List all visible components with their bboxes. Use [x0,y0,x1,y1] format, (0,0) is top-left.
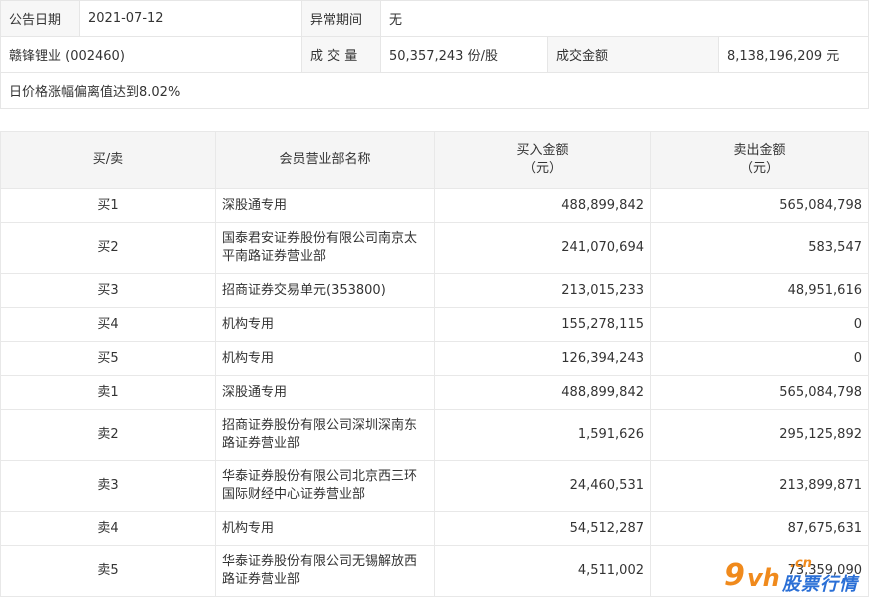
branch-name-cell: 国泰君安证券股份有限公司南京太平南路证券营业部 [215,222,435,274]
info-row-note: 日价格涨幅偏离值达到8.02% [0,72,870,109]
side-cell: 卖1 [0,375,216,410]
branch-name-cell: 招商证券股份有限公司深圳深南东路证券营业部 [215,409,435,461]
side-cell: 买2 [0,222,216,274]
sell-amount-cell: 73,359,090 [650,545,869,597]
sell-amount-cell: 565,084,798 [650,188,869,223]
info-row-trade: 赣锋锂业 (002460) 成 交 量 50,357,243 份/股 成交金额 … [0,36,870,73]
branch-name-cell: 机构专用 [215,307,435,342]
sell-amount-cell: 48,951,616 [650,273,869,308]
header-sell-line2: （元） [739,161,779,176]
header-sell-amount: 卖出金额 （元） [650,131,869,189]
buy-amount-cell: 488,899,842 [434,188,651,223]
side-cell: 卖4 [0,511,216,546]
buy-amount-cell: 241,070,694 [434,222,651,274]
header-buy-line1: 买入金额 [516,143,569,158]
header-side: 买/卖 [0,131,216,189]
branch-name-cell: 华泰证券股份有限公司北京西三环国际财经中心证券营业部 [215,460,435,512]
table-row: 卖1 深股通专用 488,899,842 565,084,798 [0,375,869,410]
stock-name: 赣锋锂业 (002460) [0,36,302,73]
buy-amount-cell: 488,899,842 [434,375,651,410]
sell-amount-cell: 583,547 [650,222,869,274]
branch-name-cell: 招商证券交易单元(353800) [215,273,435,308]
announce-date-value: 2021-07-12 [79,0,302,37]
sell-amount-cell: 0 [650,341,869,376]
buy-amount-cell: 4,511,002 [434,545,651,597]
branch-name-cell: 华泰证券股份有限公司无锡解放西路证券营业部 [215,545,435,597]
table-row: 买4 机构专用 155,278,115 0 [0,307,869,342]
table-row: 卖4 机构专用 54,512,287 87,675,631 [0,511,869,546]
table-header-row: 买/卖 会员营业部名称 买入金额 （元） 卖出金额 （元） [0,131,869,189]
announce-date-label: 公告日期 [0,0,80,37]
buy-amount-cell: 155,278,115 [434,307,651,342]
buy-amount-cell: 126,394,243 [434,341,651,376]
header-buy-line2: （元） [522,161,562,176]
abnormal-period-value: 无 [379,0,870,37]
buy-amount-cell: 213,015,233 [434,273,651,308]
side-cell: 买5 [0,341,216,376]
side-cell: 买1 [0,188,216,223]
header-sell-line1: 卖出金额 [733,143,786,158]
buy-amount-cell: 1,591,626 [434,409,651,461]
header-buy-amount: 买入金额 （元） [434,131,651,189]
branch-name-cell: 深股通专用 [215,375,435,410]
amount-value: 8,138,196,209 元 [717,36,870,73]
buy-amount-cell: 24,460,531 [434,460,651,512]
table-row: 买2 国泰君安证券股份有限公司南京太平南路证券营业部 241,070,694 5… [0,222,869,274]
table-row: 卖2 招商证券股份有限公司深圳深南东路证券营业部 1,591,626 295,1… [0,409,869,461]
buy-amount-cell: 54,512,287 [434,511,651,546]
side-cell: 卖3 [0,460,216,512]
table-row: 买3 招商证券交易单元(353800) 213,015,233 48,951,6… [0,273,869,308]
deviation-note: 日价格涨幅偏离值达到8.02% [0,72,870,109]
branch-name-cell: 机构专用 [215,341,435,376]
table-row: 卖5 华泰证券股份有限公司无锡解放西路证券营业部 4,511,002 73,35… [0,545,869,597]
amount-label: 成交金额 [547,36,719,73]
abnormal-period-label: 异常期间 [301,0,381,37]
trading-seats-table: 买/卖 会员营业部名称 买入金额 （元） 卖出金额 （元） 买1 深股通专用 4… [0,131,869,597]
sell-amount-cell: 295,125,892 [650,409,869,461]
side-cell: 买4 [0,307,216,342]
side-cell: 卖2 [0,409,216,461]
volume-label: 成 交 量 [301,36,381,73]
sell-amount-cell: 0 [650,307,869,342]
branch-name-cell: 机构专用 [215,511,435,546]
header-name: 会员营业部名称 [215,131,435,189]
table-row: 卖3 华泰证券股份有限公司北京西三环国际财经中心证券营业部 24,460,531… [0,460,869,512]
volume-value: 50,357,243 份/股 [380,36,548,73]
stock-info-table: 公告日期 2021-07-12 异常期间 无 赣锋锂业 (002460) 成 交… [0,0,870,109]
branch-name-cell: 深股通专用 [215,188,435,223]
side-cell: 卖5 [0,545,216,597]
sell-amount-cell: 213,899,871 [650,460,869,512]
sell-amount-cell: 87,675,631 [650,511,869,546]
table-row: 买1 深股通专用 488,899,842 565,084,798 [0,188,869,223]
sell-amount-cell: 565,084,798 [650,375,869,410]
info-row-date: 公告日期 2021-07-12 异常期间 无 [0,0,870,37]
table-row: 买5 机构专用 126,394,243 0 [0,341,869,376]
side-cell: 买3 [0,273,216,308]
